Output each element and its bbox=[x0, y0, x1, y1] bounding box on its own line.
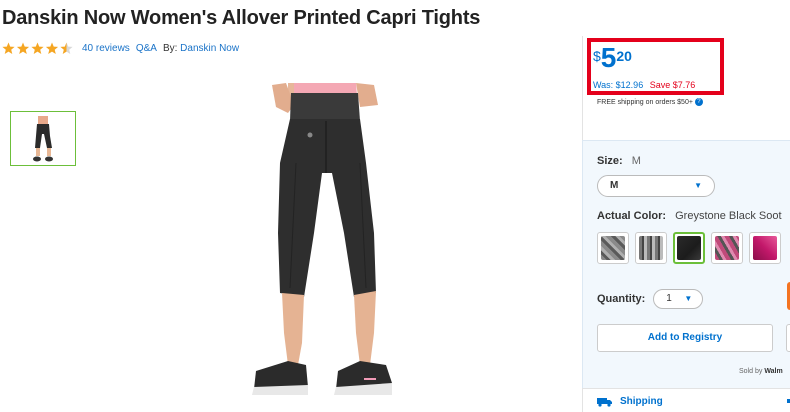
star-rating[interactable] bbox=[2, 42, 76, 55]
buy-box: $520 Was: $12.96 Save $7.76 FREE shippin… bbox=[582, 36, 790, 412]
was-price-row: Was: $12.96 Save $7.76 bbox=[593, 80, 695, 90]
product-options: Size: M M ▼ Actual Color: Greystone Blac… bbox=[582, 140, 790, 388]
swatch-grey-geometric[interactable] bbox=[635, 232, 667, 264]
color-label: Actual Color: bbox=[597, 210, 667, 222]
quantity-value: 1 bbox=[666, 293, 672, 304]
product-main-image[interactable] bbox=[236, 83, 406, 412]
brand-byline: By: Danskin Now bbox=[163, 43, 239, 54]
capri-thumbnail-image bbox=[33, 115, 53, 161]
free-shipping-text: FREE shipping on orders $50+ bbox=[597, 98, 693, 106]
chevron-down-icon: ▼ bbox=[694, 181, 702, 190]
size-label: Size: bbox=[597, 155, 623, 167]
size-dropdown[interactable]: M ▼ bbox=[597, 175, 715, 197]
info-icon[interactable]: ? bbox=[694, 98, 703, 106]
color-row: Actual Color: Greystone Black Soot bbox=[597, 210, 782, 222]
size-row: Size: M bbox=[597, 155, 641, 167]
sold-by: Sold by Walm bbox=[739, 368, 783, 375]
price-dollars: 5 bbox=[600, 42, 617, 73]
swatch-pink-grey-floral[interactable] bbox=[711, 232, 743, 264]
price-currency: $ bbox=[593, 48, 601, 64]
brand-link[interactable]: Danskin Now bbox=[180, 43, 239, 54]
swatch-greystone-black-soot[interactable] bbox=[673, 232, 705, 264]
shipping-section: Shipping bbox=[582, 388, 790, 412]
product-title: Danskin Now Women's Allover Printed Capr… bbox=[2, 7, 481, 29]
swatch-grey-floral[interactable] bbox=[597, 232, 629, 264]
color-swatches bbox=[597, 232, 787, 264]
shipping-label[interactable]: Shipping bbox=[620, 396, 663, 407]
truck-icon bbox=[597, 398, 612, 407]
add-to-list-button-edge[interactable] bbox=[786, 324, 790, 352]
quantity-row: Quantity: 1 ▼ bbox=[597, 289, 704, 309]
price-section: $520 Was: $12.96 Save $7.76 FREE shippin… bbox=[582, 36, 790, 140]
by-label: By: bbox=[162, 43, 178, 54]
add-to-registry-button[interactable]: Add to Registry bbox=[597, 324, 773, 352]
savings-amount: Save $7.76 bbox=[649, 80, 696, 90]
size-selected-value: M bbox=[631, 155, 641, 167]
current-price: $520 bbox=[593, 44, 632, 72]
capri-tights-photo bbox=[252, 83, 392, 395]
free-shipping-note: FREE shipping on orders $50+? bbox=[597, 98, 703, 106]
price-cents: 20 bbox=[616, 48, 632, 64]
qa-link[interactable]: Q&A bbox=[136, 43, 157, 54]
stars-icon bbox=[2, 42, 73, 54]
quantity-dropdown[interactable]: 1 ▼ bbox=[653, 289, 704, 309]
swatch-magenta[interactable] bbox=[749, 232, 781, 264]
color-selected-value: Greystone Black Soot bbox=[675, 210, 782, 222]
sold-by-seller[interactable]: Walm bbox=[764, 368, 782, 375]
product-thumbnail[interactable] bbox=[10, 111, 76, 166]
was-price: Was: $12.96 bbox=[593, 80, 644, 90]
sold-by-label: Sold by bbox=[739, 368, 763, 375]
quantity-label: Quantity: bbox=[597, 293, 646, 305]
chevron-down-icon: ▼ bbox=[684, 294, 693, 303]
rating-row: 40 reviews Q&A By: Danskin Now bbox=[2, 42, 239, 55]
size-dropdown-value: M bbox=[610, 180, 619, 191]
reviews-link[interactable]: 40 reviews bbox=[82, 43, 130, 54]
